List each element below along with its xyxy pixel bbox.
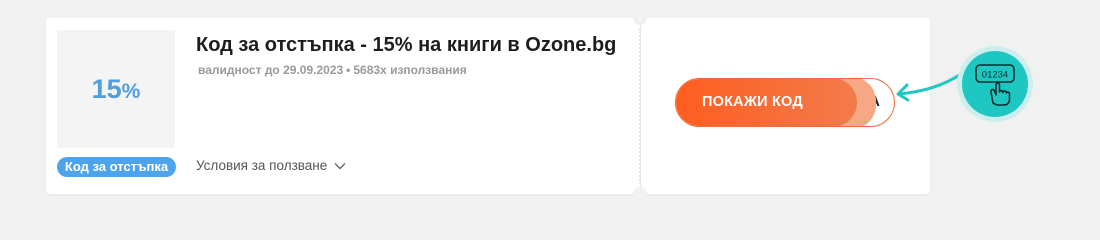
thumbnail-discount-value: 15% — [91, 73, 141, 104]
show-code-label: ПОКАЖИ КОД — [676, 79, 857, 126]
coupon-validity: валидност до 29.09.2023 — [198, 63, 344, 77]
coupon-usage-count: 5683x използвания — [353, 63, 467, 77]
hand-click-icon: 01234 — [975, 64, 1015, 106]
coupon-meta: валидност до 29.09.2023 • 5683x използвани… — [198, 63, 467, 77]
card-divider — [639, 28, 641, 184]
terms-label: Условия за ползване — [196, 158, 328, 173]
coupon-type-badge: Код за отстъпка — [57, 157, 176, 177]
ticket-notch-bottom — [633, 187, 647, 201]
curved-arrow-icon — [896, 72, 963, 102]
terms-toggle[interactable]: Условия за ползване — [196, 158, 346, 173]
meta-separator: • — [346, 63, 351, 77]
coupon-title: Код за отстъпка - 15% на книги в Ozone.b… — [196, 34, 617, 56]
chevron-down-icon — [334, 162, 346, 170]
hint-code-text: 01234 — [982, 70, 1008, 81]
show-code-button[interactable]: НА ПОКАЖИ КОД — [675, 78, 895, 127]
coupon-thumbnail: 15% — [57, 30, 175, 148]
ticket-notch-top — [633, 11, 647, 25]
